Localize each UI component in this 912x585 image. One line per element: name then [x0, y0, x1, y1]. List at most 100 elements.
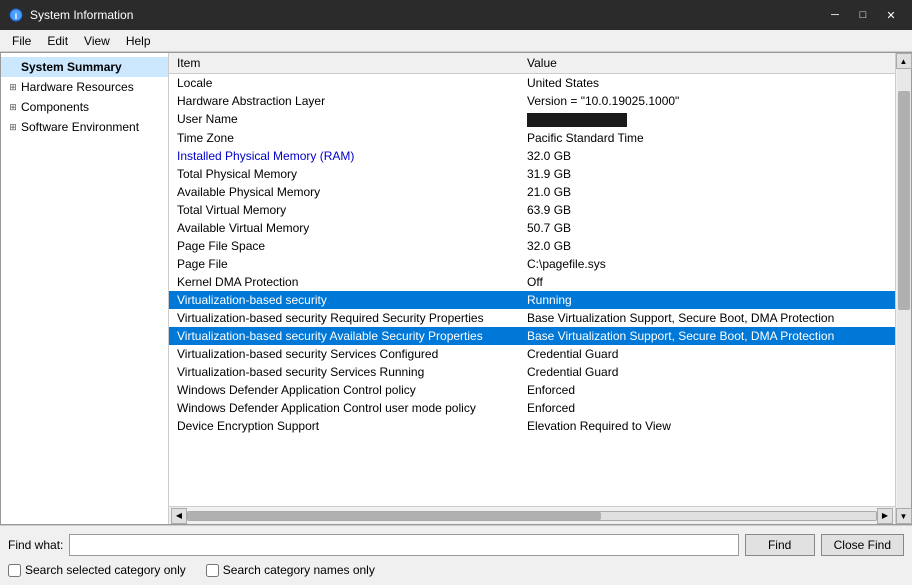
table-row[interactable]: Virtualization-based securityRunning	[169, 291, 895, 309]
menu-help[interactable]: Help	[118, 32, 159, 50]
table-cell-item: Total Physical Memory	[169, 165, 519, 183]
find-button[interactable]: Find	[745, 534, 815, 556]
table-row[interactable]: Available Physical Memory21.0 GB	[169, 183, 895, 201]
table-cell-value: 21.0 GB	[519, 183, 895, 201]
v-scroll-thumb	[898, 91, 910, 311]
table-cell-value: Version = "10.0.19025.1000"	[519, 92, 895, 110]
table-cell-value: Elevation Required to View	[519, 417, 895, 435]
v-scroll-down-btn[interactable]: ▼	[896, 508, 912, 524]
find-input[interactable]	[69, 534, 738, 556]
main-content: System Summary ⊞ Hardware Resources ⊞ Co…	[0, 52, 912, 525]
table-cell-item: Device Encryption Support	[169, 417, 519, 435]
table-cell-item: Virtualization-based security	[169, 291, 519, 309]
expander-components: ⊞	[5, 99, 21, 115]
menu-view[interactable]: View	[76, 32, 118, 50]
tree-item-system-summary[interactable]: System Summary	[1, 57, 168, 77]
svg-text:i: i	[15, 11, 18, 21]
expander-software-environment: ⊞	[5, 119, 21, 135]
checkbox-category-names-input[interactable]	[206, 564, 219, 577]
table-cell-item: Virtualization-based security Services R…	[169, 363, 519, 381]
table-row[interactable]: Total Physical Memory31.9 GB	[169, 165, 895, 183]
table-cell-value	[519, 110, 895, 129]
checkbox-category-names[interactable]: Search category names only	[206, 563, 375, 577]
find-row: Find what: Find Close Find	[8, 534, 904, 556]
title-bar: i System Information ─ □ ✕	[0, 0, 912, 30]
table-cell-value: Running	[519, 291, 895, 309]
tree-item-components[interactable]: ⊞ Components	[1, 97, 168, 117]
table-cell-value: 32.0 GB	[519, 147, 895, 165]
table-cell-item: Time Zone	[169, 129, 519, 147]
tree-item-hardware-resources[interactable]: ⊞ Hardware Resources	[1, 77, 168, 97]
table-row[interactable]: Virtualization-based security Required S…	[169, 309, 895, 327]
table-row[interactable]: LocaleUnited States	[169, 74, 895, 93]
tree-item-software-environment[interactable]: ⊞ Software Environment	[1, 117, 168, 137]
h-scroll-right-btn[interactable]: ▶	[877, 508, 893, 524]
maximize-button[interactable]: □	[850, 5, 876, 25]
tree-label-system-summary: System Summary	[21, 60, 122, 74]
table-row[interactable]: Page File Space32.0 GB	[169, 237, 895, 255]
col-header-item: Item	[169, 53, 519, 74]
table-row[interactable]: Available Virtual Memory50.7 GB	[169, 219, 895, 237]
table-row[interactable]: Kernel DMA ProtectionOff	[169, 273, 895, 291]
user-name-redacted	[527, 113, 627, 127]
tree-label-software-environment: Software Environment	[21, 120, 139, 134]
table-row[interactable]: Windows Defender Application Control use…	[169, 399, 895, 417]
table-cell-item: Windows Defender Application Control use…	[169, 399, 519, 417]
data-table: Item Value LocaleUnited StatesHardware A…	[169, 53, 895, 435]
minimize-button[interactable]: ─	[822, 5, 848, 25]
checkbox-selected-category-label: Search selected category only	[25, 563, 186, 577]
table-row[interactable]: Virtualization-based security Services C…	[169, 345, 895, 363]
table-cell-value: 32.0 GB	[519, 237, 895, 255]
table-row[interactable]: Hardware Abstraction LayerVersion = "10.…	[169, 92, 895, 110]
close-button[interactable]: ✕	[878, 5, 904, 25]
expander-hardware-resources: ⊞	[5, 79, 21, 95]
table-row[interactable]: User Name	[169, 110, 895, 129]
table-cell-item: Virtualization-based security Services C…	[169, 345, 519, 363]
table-row[interactable]: Installed Physical Memory (RAM)32.0 GB	[169, 147, 895, 165]
table-cell-value: 31.9 GB	[519, 165, 895, 183]
table-row[interactable]: Windows Defender Application Control pol…	[169, 381, 895, 399]
table-cell-item: Hardware Abstraction Layer	[169, 92, 519, 110]
checkbox-selected-category[interactable]: Search selected category only	[8, 563, 186, 577]
table-row[interactable]: Total Virtual Memory63.9 GB	[169, 201, 895, 219]
table-cell-item: Kernel DMA Protection	[169, 273, 519, 291]
h-scroll-left-btn[interactable]: ◀	[171, 508, 187, 524]
table-cell-value: 50.7 GB	[519, 219, 895, 237]
h-scroll-track[interactable]	[187, 511, 877, 521]
checkbox-selected-category-input[interactable]	[8, 564, 21, 577]
tree-panel: System Summary ⊞ Hardware Resources ⊞ Co…	[1, 53, 169, 524]
table-cell-value: Base Virtualization Support, Secure Boot…	[519, 327, 895, 345]
detail-table: Item Value LocaleUnited StatesHardware A…	[169, 53, 895, 506]
v-scrollbar: ▲ ▼	[895, 53, 911, 524]
v-scroll-track[interactable]	[897, 69, 911, 508]
table-row[interactable]: Device Encryption SupportElevation Requi…	[169, 417, 895, 435]
table-cell-value: 63.9 GB	[519, 201, 895, 219]
tree-label-components: Components	[21, 100, 89, 114]
menu-edit[interactable]: Edit	[39, 32, 76, 50]
menu-bar: File Edit View Help	[0, 30, 912, 52]
table-row[interactable]: Time ZonePacific Standard Time	[169, 129, 895, 147]
table-cell-item: Available Physical Memory	[169, 183, 519, 201]
table-cell-item: Installed Physical Memory (RAM)	[169, 147, 519, 165]
close-find-button[interactable]: Close Find	[821, 534, 904, 556]
table-cell-value: C:\pagefile.sys	[519, 255, 895, 273]
table-cell-value: Credential Guard	[519, 363, 895, 381]
table-row[interactable]: Virtualization-based security Available …	[169, 327, 895, 345]
detail-panel: Item Value LocaleUnited StatesHardware A…	[169, 53, 895, 524]
checkbox-row: Search selected category only Search cat…	[8, 563, 904, 577]
v-scroll-up-btn[interactable]: ▲	[896, 53, 912, 69]
table-row[interactable]: Page FileC:\pagefile.sys	[169, 255, 895, 273]
table-cell-value: Credential Guard	[519, 345, 895, 363]
h-scroll-thumb	[188, 512, 601, 520]
table-cell-value: Base Virtualization Support, Secure Boot…	[519, 309, 895, 327]
table-cell-item: User Name	[169, 110, 519, 129]
table-cell-item: Page File	[169, 255, 519, 273]
table-cell-value: Pacific Standard Time	[519, 129, 895, 147]
table-cell-item: Virtualization-based security Required S…	[169, 309, 519, 327]
tree-label-hardware-resources: Hardware Resources	[21, 80, 134, 94]
window-title: System Information	[30, 8, 822, 22]
menu-file[interactable]: File	[4, 32, 39, 50]
window-controls: ─ □ ✕	[822, 5, 904, 25]
expander-system-summary	[5, 59, 21, 75]
table-row[interactable]: Virtualization-based security Services R…	[169, 363, 895, 381]
